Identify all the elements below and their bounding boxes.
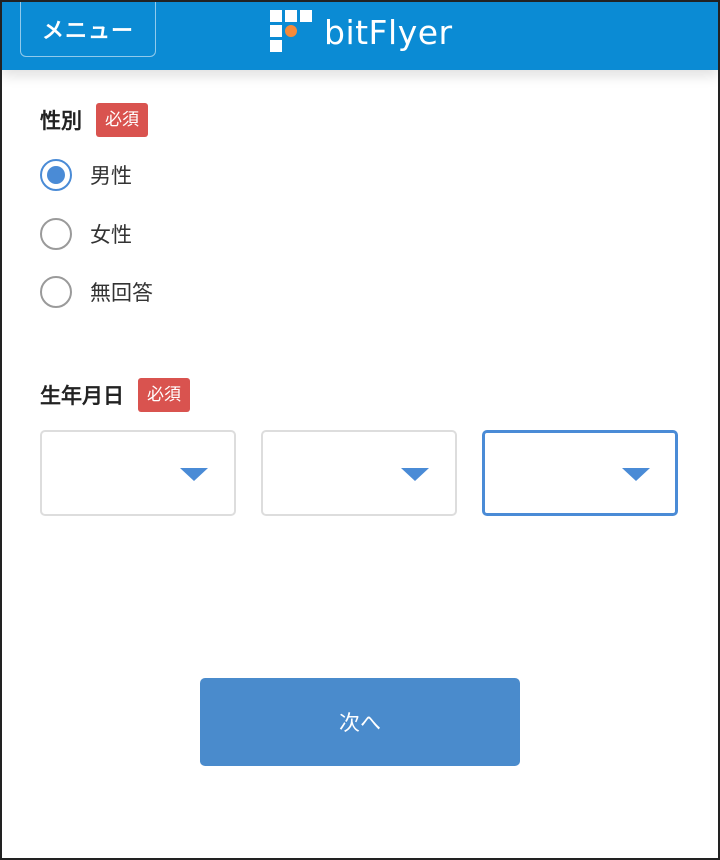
app-header: メニュー bitFlyer — [2, 2, 718, 70]
brand-logo[interactable]: bitFlyer — [270, 10, 453, 54]
radio-button-male[interactable] — [40, 159, 72, 191]
next-button[interactable]: 次へ — [200, 678, 520, 766]
birth-year-select[interactable] — [40, 430, 236, 516]
required-badge: 必須 — [96, 103, 148, 137]
radio-label-male: 男性 — [90, 164, 132, 188]
radio-option-female[interactable]: 女性 — [40, 218, 132, 250]
birth-month-select[interactable] — [261, 430, 457, 516]
gender-label: 性別 必須 — [40, 103, 148, 137]
birth-day-select[interactable] — [482, 430, 678, 516]
logo-text: bitFlyer — [324, 12, 453, 52]
radio-button-no-answer[interactable] — [40, 276, 72, 308]
dropdown-arrow-icon — [401, 468, 429, 481]
required-badge: 必須 — [138, 378, 190, 412]
dropdown-arrow-icon — [622, 468, 650, 481]
radio-button-female[interactable] — [40, 218, 72, 250]
bitflyer-logo-icon — [270, 10, 312, 52]
page-frame: メニュー bitFlyer 性別 必須 男性 女性 無回答 生年月日 必須 次へ — [0, 0, 720, 860]
dropdown-arrow-icon — [180, 468, 208, 481]
radio-option-male[interactable]: 男性 — [40, 159, 132, 191]
menu-button[interactable]: メニュー — [20, 2, 156, 57]
radio-label-no-answer: 無回答 — [90, 281, 153, 305]
radio-option-no-answer[interactable]: 無回答 — [40, 276, 153, 308]
birthdate-label: 生年月日 必須 — [40, 378, 190, 412]
gender-label-text: 性別 — [40, 109, 82, 133]
birthdate-label-text: 生年月日 — [40, 384, 124, 408]
radio-label-female: 女性 — [90, 223, 132, 247]
